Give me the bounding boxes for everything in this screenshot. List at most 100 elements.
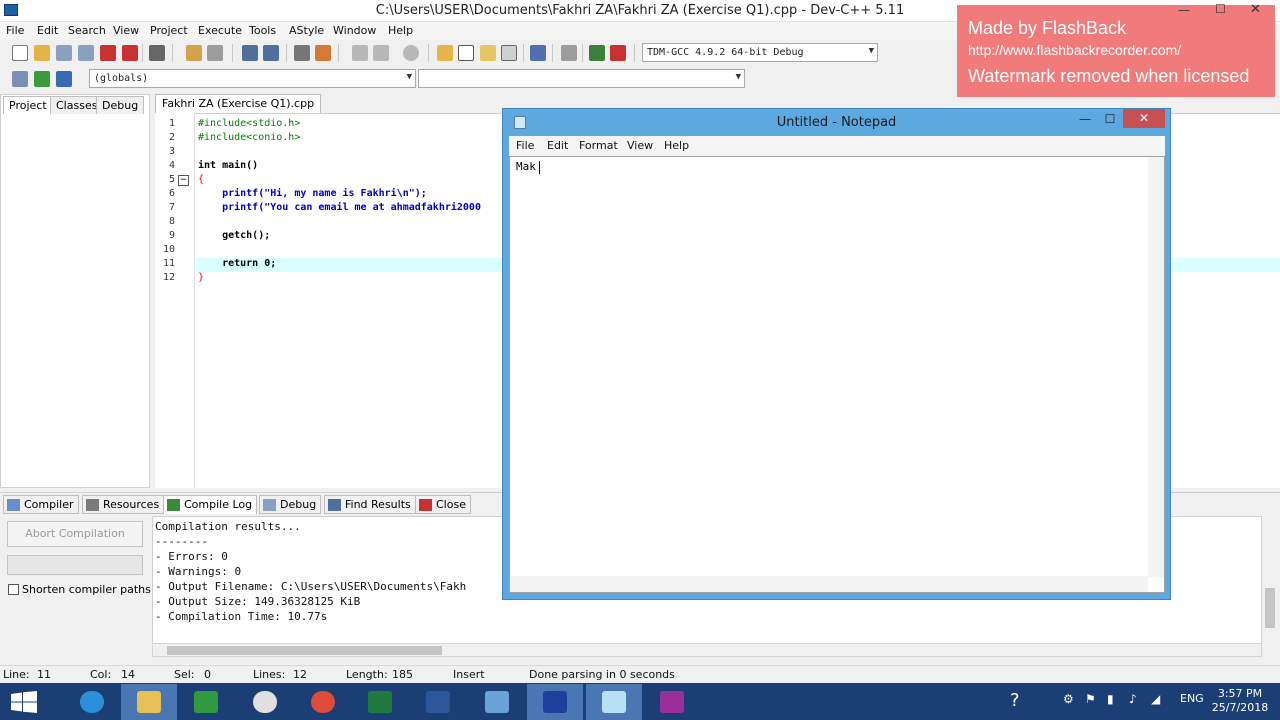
taskbar-network-app[interactable] — [469, 684, 525, 720]
notepad-menu-view[interactable]: View — [627, 139, 653, 152]
taskbar-chrome[interactable] — [295, 684, 351, 720]
menu-view[interactable]: View — [113, 24, 139, 37]
minimize-icon[interactable]: — — [1074, 110, 1096, 128]
print-icon[interactable] — [149, 45, 165, 61]
menu-window[interactable]: Window — [333, 24, 376, 37]
tab-project[interactable]: Project — [3, 96, 53, 114]
redo-icon[interactable] — [207, 45, 223, 61]
rebuild-icon[interactable] — [501, 45, 517, 61]
code-line: return 0; — [198, 258, 277, 269]
notepad-menu-help[interactable]: Help — [664, 139, 689, 152]
devcpp-close-icon[interactable]: ✕ — [1250, 2, 1261, 17]
tab-compiler[interactable]: Compiler — [3, 495, 79, 514]
notepad-text-area[interactable] — [509, 156, 1165, 593]
help-icon[interactable]: ? — [1010, 690, 1020, 711]
delete-profile-icon[interactable] — [610, 45, 626, 61]
close-file-icon[interactable] — [100, 45, 116, 61]
members-select[interactable]: ▼ — [418, 69, 745, 88]
find-icon[interactable] — [242, 45, 258, 61]
bookmark-icon[interactable] — [315, 45, 331, 61]
log-horizontal-scrollbar[interactable] — [152, 643, 1262, 657]
menu-help[interactable]: Help — [388, 24, 413, 37]
flag-icon[interactable]: ⚑ — [1085, 692, 1096, 706]
taskbar-internet-explorer[interactable] — [64, 684, 120, 720]
start-button[interactable] — [0, 684, 56, 720]
undo-icon[interactable] — [186, 45, 202, 61]
menu-execute[interactable]: Execute — [198, 24, 242, 37]
taskbar-media[interactable] — [237, 684, 293, 720]
save-all-icon[interactable] — [78, 45, 94, 61]
battery-icon[interactable]: ▮ — [1107, 692, 1114, 706]
taskbar-devcpp[interactable] — [527, 684, 583, 720]
log-vertical-scrollbar[interactable] — [1262, 516, 1278, 644]
menu-file[interactable]: File — [6, 24, 24, 37]
compile-icon[interactable] — [437, 45, 453, 61]
notepad-vertical-scrollbar[interactable] — [1148, 157, 1164, 577]
notepad-title-bar[interactable]: Untitled - Notepad — [502, 108, 1171, 136]
status-line-label: Line: — [3, 668, 30, 681]
scrollbar-thumb[interactable] — [1265, 588, 1275, 628]
menu-search[interactable]: Search — [68, 24, 106, 37]
replace-icon[interactable] — [263, 45, 279, 61]
taskbar-notepad[interactable] — [586, 684, 642, 720]
indent-left-icon[interactable] — [352, 45, 368, 61]
toggle-bookmark-icon[interactable] — [34, 71, 50, 87]
notepad-horizontal-scrollbar[interactable] — [510, 576, 1148, 592]
run-icon[interactable] — [458, 45, 474, 61]
wifi-icon[interactable]: ◢ — [1151, 692, 1160, 706]
devcpp-minimize-icon[interactable]: — — [1178, 3, 1190, 17]
language-indicator[interactable]: ENG — [1180, 692, 1204, 705]
tab-resources[interactable]: Resources — [82, 495, 165, 514]
compile-run-icon[interactable] — [480, 45, 496, 61]
taskbar-word[interactable] — [410, 684, 466, 720]
goto-line-icon[interactable] — [294, 45, 310, 61]
menu-tools[interactable]: Tools — [249, 24, 276, 37]
tab-compile-log[interactable]: Compile Log — [163, 495, 258, 514]
save-icon[interactable] — [56, 45, 72, 61]
goto-bookmark-icon[interactable] — [56, 71, 72, 87]
line-number: 10 — [162, 244, 175, 255]
globals-select[interactable]: (globals) ▼ — [89, 69, 416, 88]
maximize-icon[interactable]: ☐ — [1099, 110, 1121, 128]
compiler-select[interactable]: TDM-GCC 4.9.2 64-bit Debug ▼ — [642, 43, 878, 62]
editor-file-tab[interactable]: Fakhri ZA (Exercise Q1).cpp — [155, 94, 322, 113]
shorten-paths-option[interactable]: Shorten compiler paths — [8, 583, 151, 596]
tab-debug[interactable]: Debug — [96, 96, 145, 114]
stop-execution-icon[interactable] — [561, 45, 577, 61]
insert-icon[interactable] — [12, 71, 28, 87]
notepad-menu-edit[interactable]: Edit — [547, 139, 568, 152]
tray-icons[interactable]: ⚙ — [1063, 692, 1074, 706]
menu-project[interactable]: Project — [150, 24, 188, 37]
abort-compilation-button[interactable]: Abort Compilation — [7, 521, 143, 547]
taskbar-flashback[interactable] — [644, 684, 700, 720]
devcpp-maximize-icon[interactable]: ☐ — [1215, 2, 1226, 16]
notepad-close-button[interactable]: ✕ — [1123, 109, 1165, 128]
taskbar-excel[interactable] — [352, 684, 408, 720]
status-mode: Insert — [453, 668, 485, 681]
menu-astyle[interactable]: AStyle — [289, 24, 324, 37]
close-all-icon[interactable] — [122, 45, 138, 61]
line-number: 2 — [168, 132, 175, 143]
project-browser-panel: Project Classes Debug — [0, 94, 150, 488]
system-clock[interactable]: 3:57 PM 25/7/2018 — [1210, 687, 1270, 715]
fold-toggle[interactable]: − — [178, 175, 189, 186]
tab-close[interactable]: Close — [415, 495, 471, 514]
volume-icon[interactable]: ♪ — [1129, 692, 1137, 706]
tab-debug-bottom[interactable]: Debug — [259, 495, 322, 514]
notepad-menu-format[interactable]: Format — [579, 139, 618, 152]
toggle-comment-icon[interactable] — [403, 45, 419, 61]
close-icon — [419, 499, 432, 511]
syntax-check-icon[interactable] — [530, 45, 546, 61]
taskbar-file-explorer[interactable] — [121, 684, 177, 720]
tab-find-results[interactable]: Find Results — [324, 495, 416, 514]
indent-right-icon[interactable] — [373, 45, 389, 61]
profile-icon[interactable] — [589, 45, 605, 61]
shorten-paths-checkbox[interactable] — [8, 584, 19, 595]
taskbar-store[interactable] — [178, 684, 234, 720]
new-file-icon[interactable] — [12, 45, 28, 61]
scrollbar-thumb[interactable] — [167, 646, 442, 655]
notepad-menu-file[interactable]: File — [516, 139, 534, 152]
open-file-icon[interactable] — [34, 45, 50, 61]
menu-edit[interactable]: Edit — [37, 24, 58, 37]
clock-date: 25/7/2018 — [1211, 701, 1269, 714]
